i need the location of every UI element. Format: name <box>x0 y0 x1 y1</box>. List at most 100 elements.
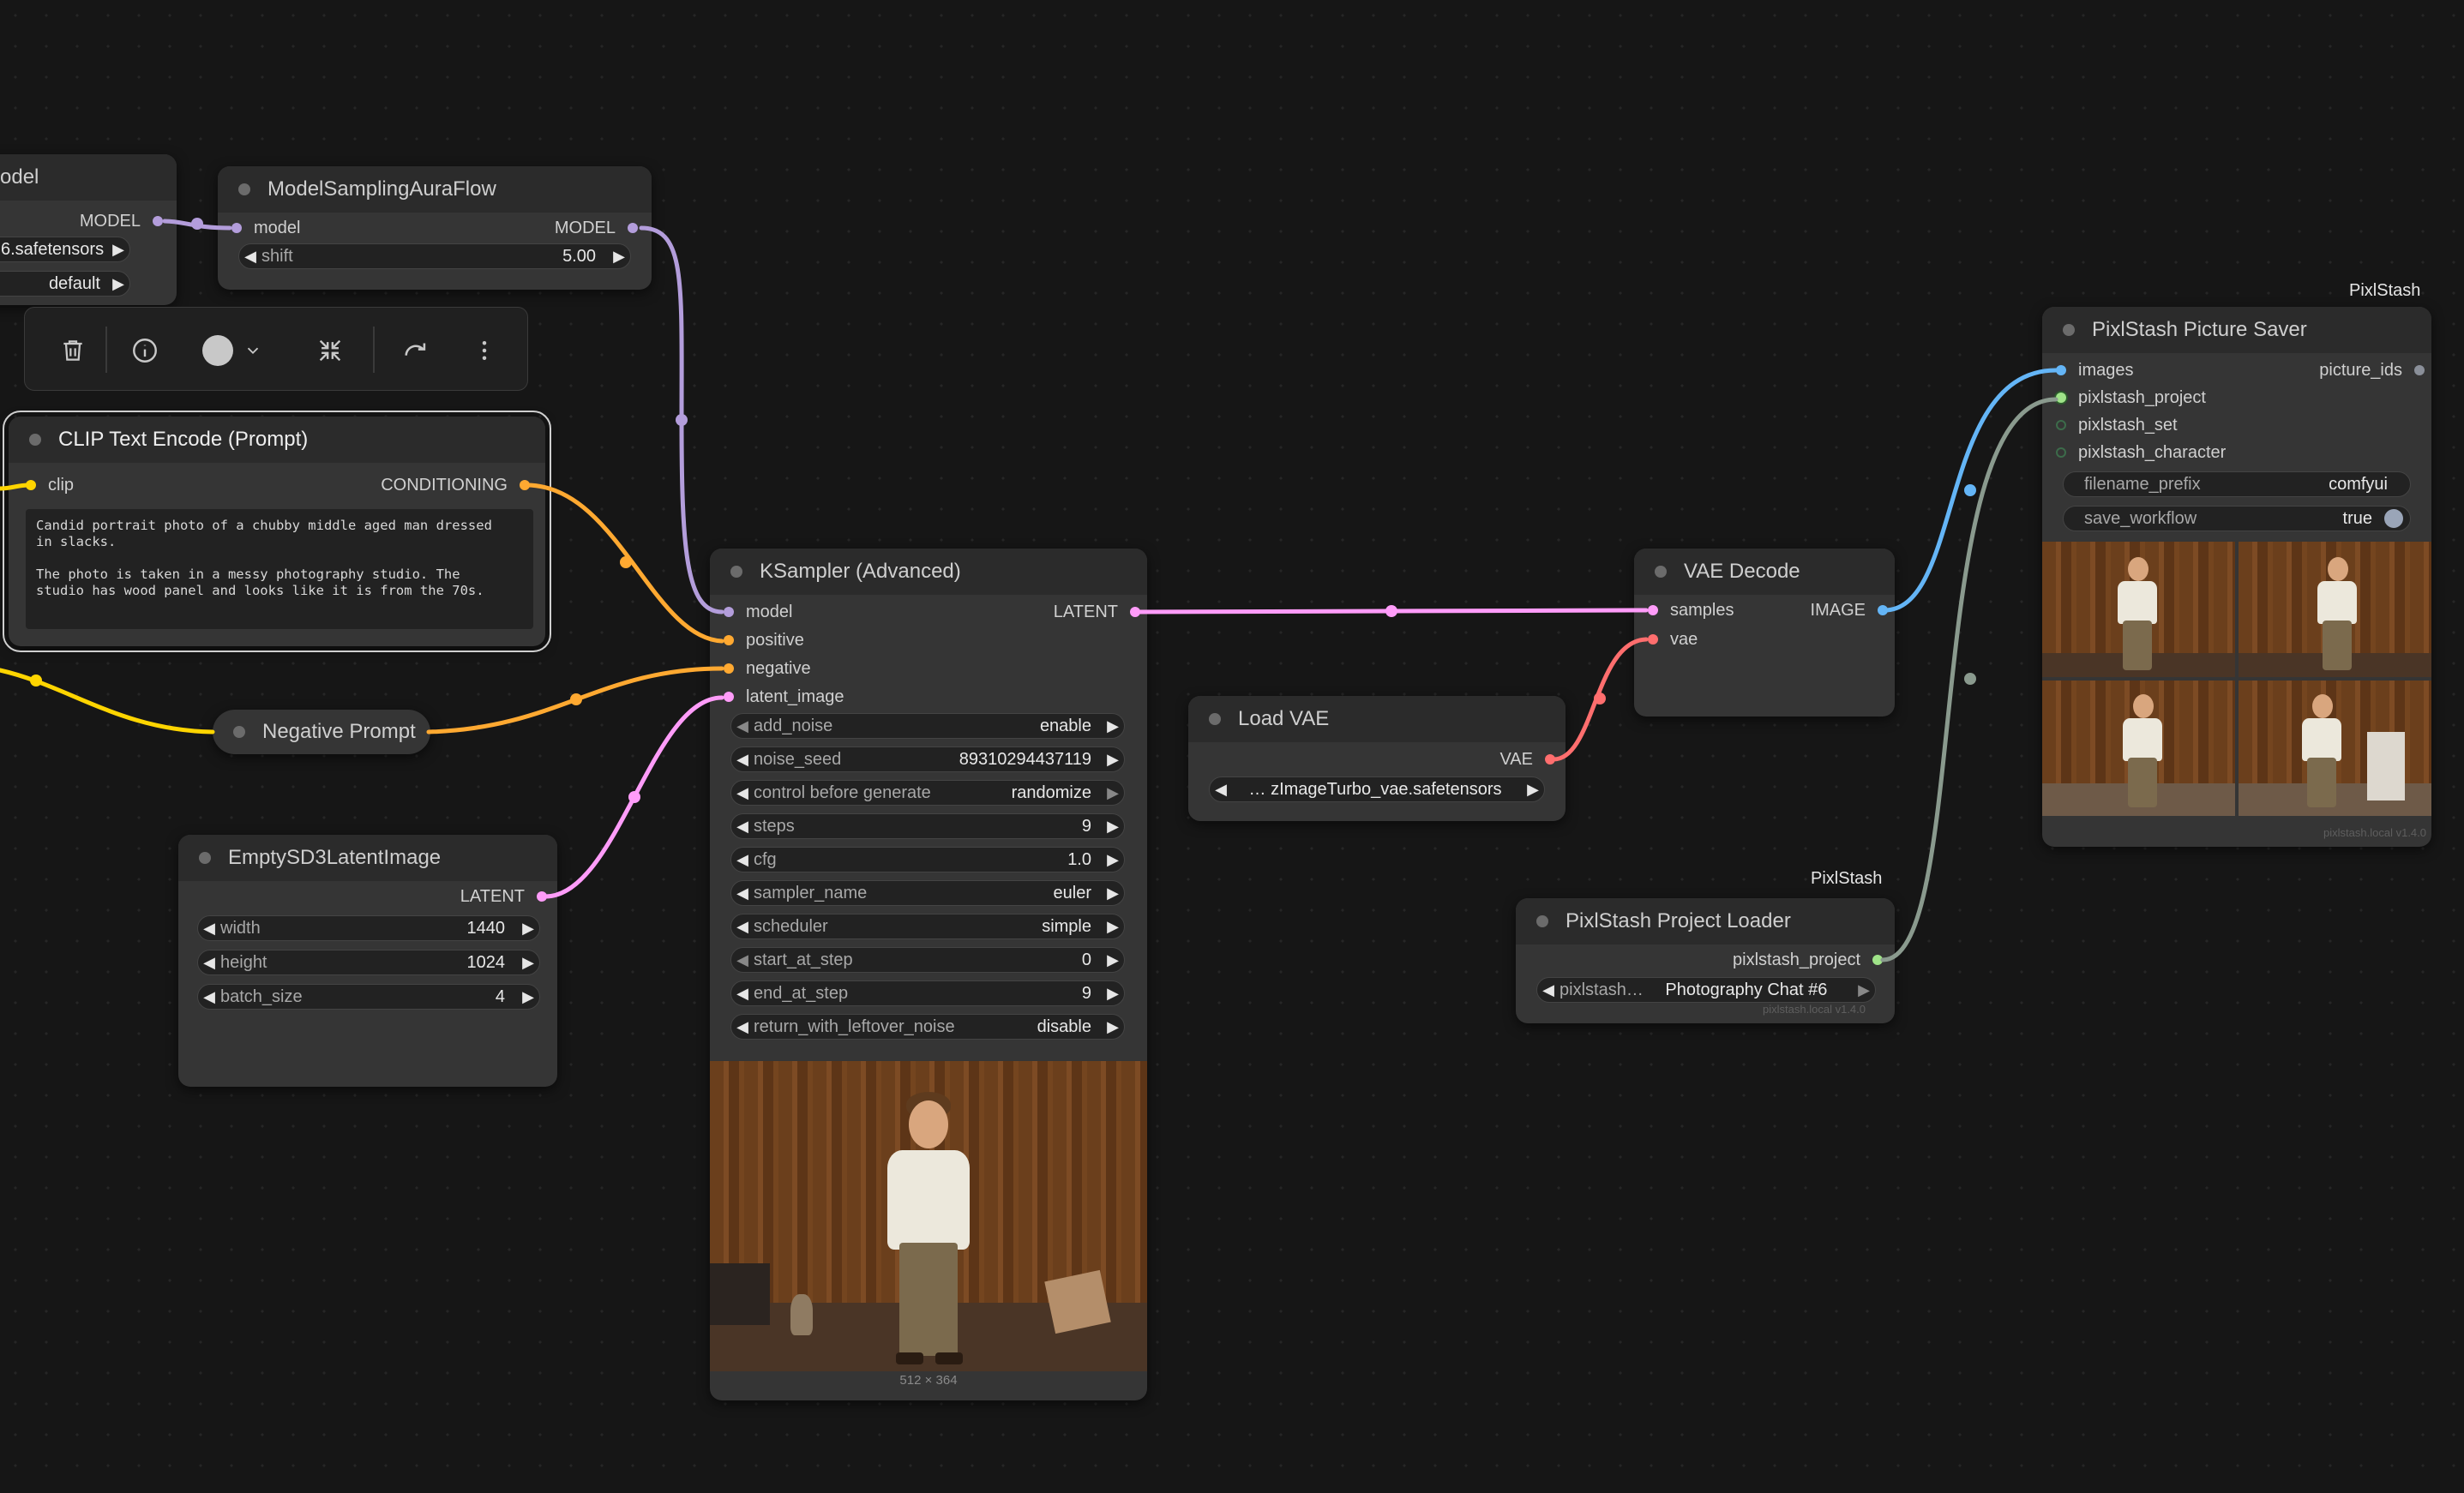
negative-prompt-node-collapsed[interactable]: Negative Prompt <box>213 710 430 754</box>
slot-dot[interactable] <box>724 663 734 674</box>
pixlstash-project-loader-node[interactable]: PixlStash Project Loader pixlstash_proje… <box>1516 898 1895 1023</box>
input-slot-vae[interactable]: vae <box>1648 626 1698 653</box>
arrow-right-icon[interactable]: ▶ <box>1853 981 1875 999</box>
node-status-dot[interactable] <box>2063 324 2075 336</box>
node-title-bar[interactable]: ModelSamplingAuraFlow <box>218 166 652 213</box>
arrow-left-icon[interactable]: ◀ <box>731 717 754 735</box>
vae-name-combo[interactable]: ◀ … zImageTurbo_vae.safetensors ▶ <box>1209 776 1545 802</box>
empty-sd3-latent-image-node[interactable]: EmptySD3LatentImage LATENT ◀ width 1440 … <box>178 835 557 1087</box>
output-image-thumbnail[interactable] <box>2239 681 2431 816</box>
input-slot-model[interactable]: model <box>231 214 300 242</box>
arrow-right-icon[interactable]: ▶ <box>1102 751 1124 769</box>
output-slot-latent[interactable]: LATENT <box>1054 598 1140 626</box>
shift-number-widget[interactable]: ◀ shift 5.00 ▶ <box>238 243 631 269</box>
node-title-bar[interactable]: CLIP Text Encode (Prompt) <box>9 417 545 463</box>
node-status-dot[interactable] <box>199 852 211 864</box>
arrow-left-icon[interactable]: ◀ <box>731 751 754 769</box>
add-noise-combo[interactable]: ◀ add_noise enable ▶ <box>730 713 1125 739</box>
node-title-bar[interactable]: KSampler (Advanced) <box>710 549 1147 595</box>
node-title-bar[interactable]: VAE Decode <box>1634 549 1895 595</box>
control-before-generate-combo[interactable]: ◀ control before generate randomize ▶ <box>730 780 1125 806</box>
preview-image[interactable] <box>710 1061 1147 1371</box>
model-sampling-auraflow-node[interactable]: ModelSamplingAuraFlow model MODEL ◀ shif… <box>218 166 652 290</box>
ksampler-advanced-node[interactable]: KSampler (Advanced) model positive negat… <box>710 549 1147 1400</box>
project-select-combo[interactable]: ◀ pixlstash… Photography Chat #6 ▶ <box>1536 977 1876 1003</box>
input-slot-latent-image[interactable]: latent_image <box>724 683 844 711</box>
slot-dot[interactable] <box>1648 634 1658 645</box>
input-slot-positive[interactable]: positive <box>724 627 804 654</box>
slot-dot[interactable] <box>724 607 734 617</box>
color-picker-button[interactable] <box>198 333 267 368</box>
start-at-step-number-widget[interactable]: ◀ start_at_step 0 ▶ <box>730 947 1125 973</box>
arrow-right-icon[interactable]: ▶ <box>517 954 539 972</box>
input-slot-pixlstash-project[interactable]: pixlstash_project <box>2056 384 2206 411</box>
scheduler-combo[interactable]: ◀ scheduler simple ▶ <box>730 914 1125 939</box>
slot-dot[interactable] <box>537 891 547 902</box>
arrow-right-icon[interactable]: ▶ <box>1102 784 1124 802</box>
toggle-knob[interactable] <box>2384 509 2403 528</box>
arrow-right-icon[interactable]: ▶ <box>608 248 630 266</box>
slot-dot[interactable] <box>1130 607 1140 617</box>
arrow-right-icon[interactable]: ▶ <box>1522 781 1544 799</box>
arrow-right-icon[interactable]: ▶ <box>1102 951 1124 969</box>
slot-dot[interactable] <box>2056 365 2066 375</box>
delete-button[interactable] <box>56 333 90 368</box>
arrow-left-icon[interactable]: ◀ <box>198 988 220 1006</box>
output-image-thumbnail[interactable] <box>2042 681 2235 816</box>
batch-size-number-widget[interactable]: ◀ batch_size 4 ▶ <box>197 984 540 1010</box>
slot-dot[interactable] <box>724 635 734 645</box>
collapse-button[interactable] <box>313 333 347 368</box>
noise-seed-number-widget[interactable]: ◀ noise_seed 89310294437119 ▶ <box>730 746 1125 772</box>
arrow-right-icon[interactable]: ▶ <box>1102 851 1124 869</box>
arrow-right-icon[interactable]: ▶ <box>1102 818 1124 836</box>
slot-dot[interactable] <box>153 216 163 226</box>
height-number-widget[interactable]: ◀ height 1024 ▶ <box>197 950 540 975</box>
arrow-left-icon[interactable]: ◀ <box>731 851 754 869</box>
arrow-right-icon[interactable]: ▶ <box>107 275 129 293</box>
arrow-right-icon[interactable]: ▶ <box>1102 985 1124 1003</box>
input-slot-samples[interactable]: samples <box>1648 597 1734 624</box>
slot-dot[interactable] <box>1872 955 1883 965</box>
arrow-left-icon[interactable]: ◀ <box>1210 781 1232 799</box>
ckpt-name-combo[interactable]: 6.safetensors ▶ <box>0 237 130 262</box>
arrow-left-icon[interactable]: ◀ <box>198 954 220 972</box>
node-status-dot[interactable] <box>233 726 245 738</box>
vae-decode-node[interactable]: VAE Decode samples vae IMAGE <box>1634 549 1895 717</box>
node-title-bar[interactable]: Load VAE <box>1188 696 1566 742</box>
arrow-right-icon[interactable]: ▶ <box>1102 1018 1124 1036</box>
more-options-button[interactable] <box>467 333 502 368</box>
arrow-left-icon[interactable]: ◀ <box>731 884 754 902</box>
end-at-step-number-widget[interactable]: ◀ end_at_step 9 ▶ <box>730 980 1125 1006</box>
node-title-bar[interactable]: odel <box>0 154 177 201</box>
slot-dot[interactable] <box>231 223 242 233</box>
slot-dot[interactable] <box>1648 605 1658 615</box>
arrow-right-icon[interactable]: ▶ <box>1102 884 1124 902</box>
slot-dot[interactable] <box>26 480 36 490</box>
slot-dot[interactable] <box>724 692 734 702</box>
slot-dot[interactable] <box>2056 420 2066 430</box>
output-image-thumbnail[interactable] <box>2239 542 2431 677</box>
node-status-dot[interactable] <box>1655 566 1667 578</box>
output-image-thumbnail[interactable] <box>2042 542 2235 677</box>
node-status-dot[interactable] <box>238 183 250 195</box>
width-number-widget[interactable]: ◀ width 1440 ▶ <box>197 915 540 941</box>
output-slot-model[interactable]: MODEL <box>80 207 163 235</box>
input-slot-clip[interactable]: clip <box>26 471 74 499</box>
load-vae-node[interactable]: Load VAE VAE ◀ … zImageTurbo_vae.safeten… <box>1188 696 1566 821</box>
save-workflow-toggle[interactable]: save_workflow true <box>2063 506 2411 531</box>
output-slot-pixlstash-project[interactable]: pixlstash_project <box>1733 946 1883 974</box>
arrow-right-icon[interactable]: ▶ <box>1102 918 1124 936</box>
node-status-dot[interactable] <box>1536 915 1548 927</box>
slot-dot[interactable] <box>2414 365 2425 375</box>
sampler-name-combo[interactable]: ◀ sampler_name euler ▶ <box>730 880 1125 906</box>
input-slot-images[interactable]: images <box>2056 357 2133 384</box>
clip-text-encode-node[interactable]: CLIP Text Encode (Prompt) clip CONDITION… <box>3 411 551 652</box>
slot-dot[interactable] <box>1878 605 1888 615</box>
output-slot-conditioning[interactable]: CONDITIONING <box>381 471 530 499</box>
output-slot-latent[interactable]: LATENT <box>460 883 547 910</box>
pixlstash-picture-saver-node[interactable]: PixlStash Picture Saver images pixlstash… <box>2042 307 2431 847</box>
bypass-button[interactable] <box>399 333 433 368</box>
arrow-left-icon[interactable]: ◀ <box>239 248 261 266</box>
return-with-leftover-noise-combo[interactable]: ◀ return_with_leftover_noise disable ▶ <box>730 1014 1125 1040</box>
info-button[interactable] <box>128 333 162 368</box>
